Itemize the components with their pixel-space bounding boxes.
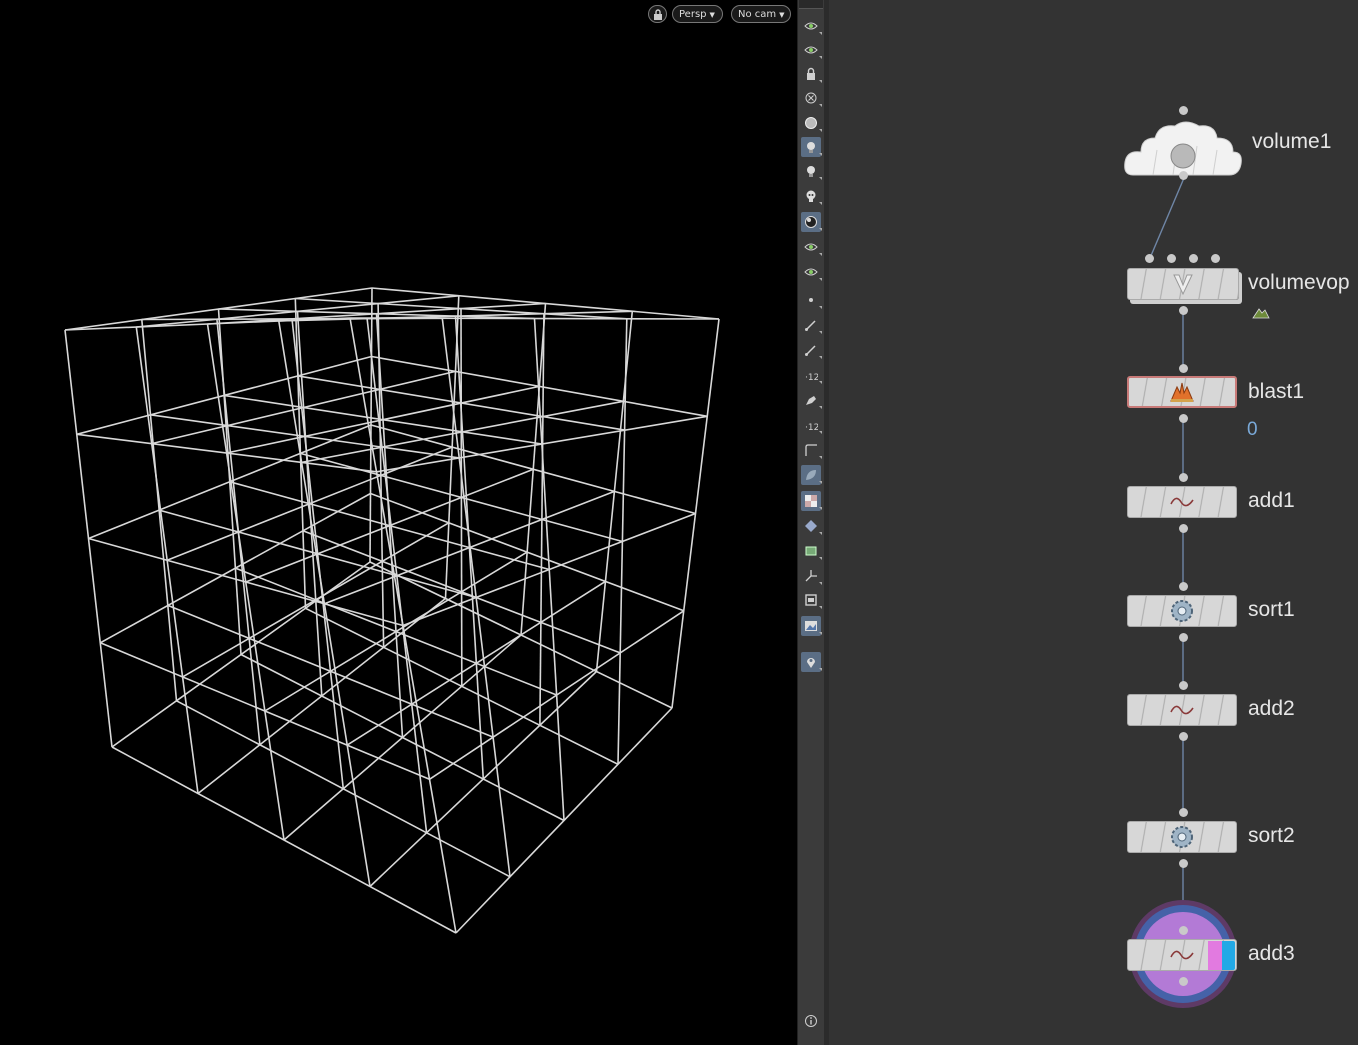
info-icon[interactable]	[801, 1011, 821, 1031]
node-volumevop[interactable]	[1127, 254, 1247, 315]
node-label-add2: add2	[1248, 697, 1295, 720]
smooth-shaded-icon[interactable]	[801, 212, 822, 232]
node-label-add3: add3	[1248, 942, 1295, 965]
output-connector[interactable]	[1179, 171, 1188, 180]
display-options-toolbar: ·12 ·12	[797, 0, 825, 1045]
vop-v-icon	[1170, 271, 1196, 297]
add-curve-icon	[1169, 697, 1195, 723]
template-geometry-icon[interactable]	[801, 465, 822, 485]
node-blast1[interactable]	[1127, 376, 1237, 408]
output-connector[interactable]	[1179, 859, 1188, 868]
point-display-icon[interactable]	[801, 290, 822, 310]
input-connector[interactable]	[1179, 808, 1188, 817]
network-editor[interactable]: volume1 volumevop blast1 0 add1 sort1 ad…	[829, 0, 1358, 1045]
sort-gear-icon	[1169, 598, 1195, 624]
node-sort1[interactable]	[1127, 595, 1237, 627]
shading-mode-icon[interactable]	[801, 113, 822, 133]
grid-edge	[245, 468, 534, 583]
node-add1[interactable]	[1127, 486, 1237, 518]
output-connector[interactable]	[1179, 633, 1188, 642]
cook-flag-icon	[1252, 304, 1270, 323]
camera-menu-label: No cam	[738, 9, 777, 20]
display-guides-icon[interactable]	[801, 516, 822, 536]
input-connector[interactable]	[1145, 254, 1154, 263]
display-flag[interactable]	[1222, 941, 1235, 970]
node-label-blast1: blast1	[1248, 380, 1305, 403]
grid-edge	[301, 400, 624, 464]
lock-camera-icon[interactable]	[801, 64, 822, 84]
node-body[interactable]	[1127, 268, 1239, 300]
visualizer-icon[interactable]	[801, 237, 822, 257]
safe-area-icon[interactable]	[801, 590, 822, 610]
grid-edge	[223, 394, 543, 445]
headlight-icon[interactable]	[801, 161, 822, 181]
add-curve-icon	[1169, 942, 1195, 968]
light-bulb-icon[interactable]	[801, 137, 822, 157]
input-connector[interactable]	[1179, 926, 1188, 935]
node-add3[interactable]	[1127, 939, 1237, 971]
chevron-down-icon: ▼	[779, 11, 785, 19]
template-flag[interactable]	[1208, 941, 1222, 970]
camera-lock-icon[interactable]	[648, 5, 667, 23]
display-options-icon[interactable]	[801, 16, 822, 36]
input-connector[interactable]	[1179, 473, 1188, 482]
node-label-add1: add1	[1248, 489, 1295, 512]
chevron-down-icon: ▼	[709, 11, 715, 19]
grid-edge	[617, 318, 628, 765]
viewport-snapshot-icon[interactable]	[801, 652, 822, 672]
node-sort2[interactable]	[1127, 821, 1237, 853]
background-image-icon[interactable]	[801, 616, 822, 636]
node-label-sort1: sort1	[1248, 598, 1295, 621]
camera-menu[interactable]: No cam ▼	[731, 5, 791, 23]
ghost-geometry-icon[interactable]	[801, 40, 822, 60]
input-connector[interactable]	[1211, 254, 1220, 263]
node-add2[interactable]	[1127, 694, 1237, 726]
node-label-sort2: sort2	[1248, 824, 1295, 847]
scene-viewport[interactable]: Persp ▼ No cam ▼	[0, 0, 797, 1045]
svg-text:·12: ·12	[805, 423, 818, 432]
hide-other-objects-icon[interactable]	[801, 88, 822, 108]
toolbar-header	[799, 0, 823, 9]
sort-gear-icon	[1169, 824, 1195, 850]
bounding-box-icon[interactable]	[801, 541, 822, 561]
input-connector[interactable]	[1179, 106, 1188, 115]
blast1-point-count: 0	[1247, 419, 1258, 440]
output-connector[interactable]	[1179, 732, 1188, 741]
input-connector[interactable]	[1179, 582, 1188, 591]
uv-border-icon[interactable]	[801, 440, 822, 460]
prim-normals-icon[interactable]	[801, 390, 822, 410]
point-numbers-icon[interactable]: ·12	[801, 365, 822, 385]
visualizer-scene-icon[interactable]	[801, 262, 822, 282]
backface-cull-icon[interactable]	[801, 491, 822, 511]
node-label-volumevop: volumevop	[1248, 271, 1350, 294]
add-curve-icon	[1169, 489, 1195, 515]
blast-icon	[1169, 379, 1195, 405]
input-connector[interactable]	[1179, 364, 1188, 373]
input-connector[interactable]	[1167, 254, 1176, 263]
grid-edge	[595, 311, 634, 672]
input-connector[interactable]	[1189, 254, 1198, 263]
grid-edge	[460, 308, 463, 687]
input-connector[interactable]	[1179, 681, 1188, 690]
output-connector[interactable]	[1179, 414, 1188, 423]
view-menu[interactable]: Persp ▼	[672, 5, 723, 23]
grid-edge	[671, 318, 720, 709]
output-connector[interactable]	[1179, 306, 1188, 315]
grid-edge	[349, 317, 720, 320]
origin-axes-icon[interactable]	[801, 566, 822, 586]
svg-text:·12: ·12	[805, 373, 818, 382]
output-connector[interactable]	[1179, 524, 1188, 533]
skull-icon[interactable]	[801, 186, 822, 206]
node-label-volume1: volume1	[1252, 130, 1332, 153]
point-velocity-icon[interactable]	[801, 340, 822, 360]
node-volume1[interactable]	[1123, 106, 1243, 180]
voxel-grid-wireframe	[64, 287, 720, 934]
node-wires	[1149, 177, 1185, 930]
view-menu-label: Persp	[679, 9, 707, 20]
point-normals-icon[interactable]	[801, 315, 822, 335]
prim-numbers-icon[interactable]: ·12	[801, 415, 822, 435]
output-connector[interactable]	[1179, 977, 1188, 986]
